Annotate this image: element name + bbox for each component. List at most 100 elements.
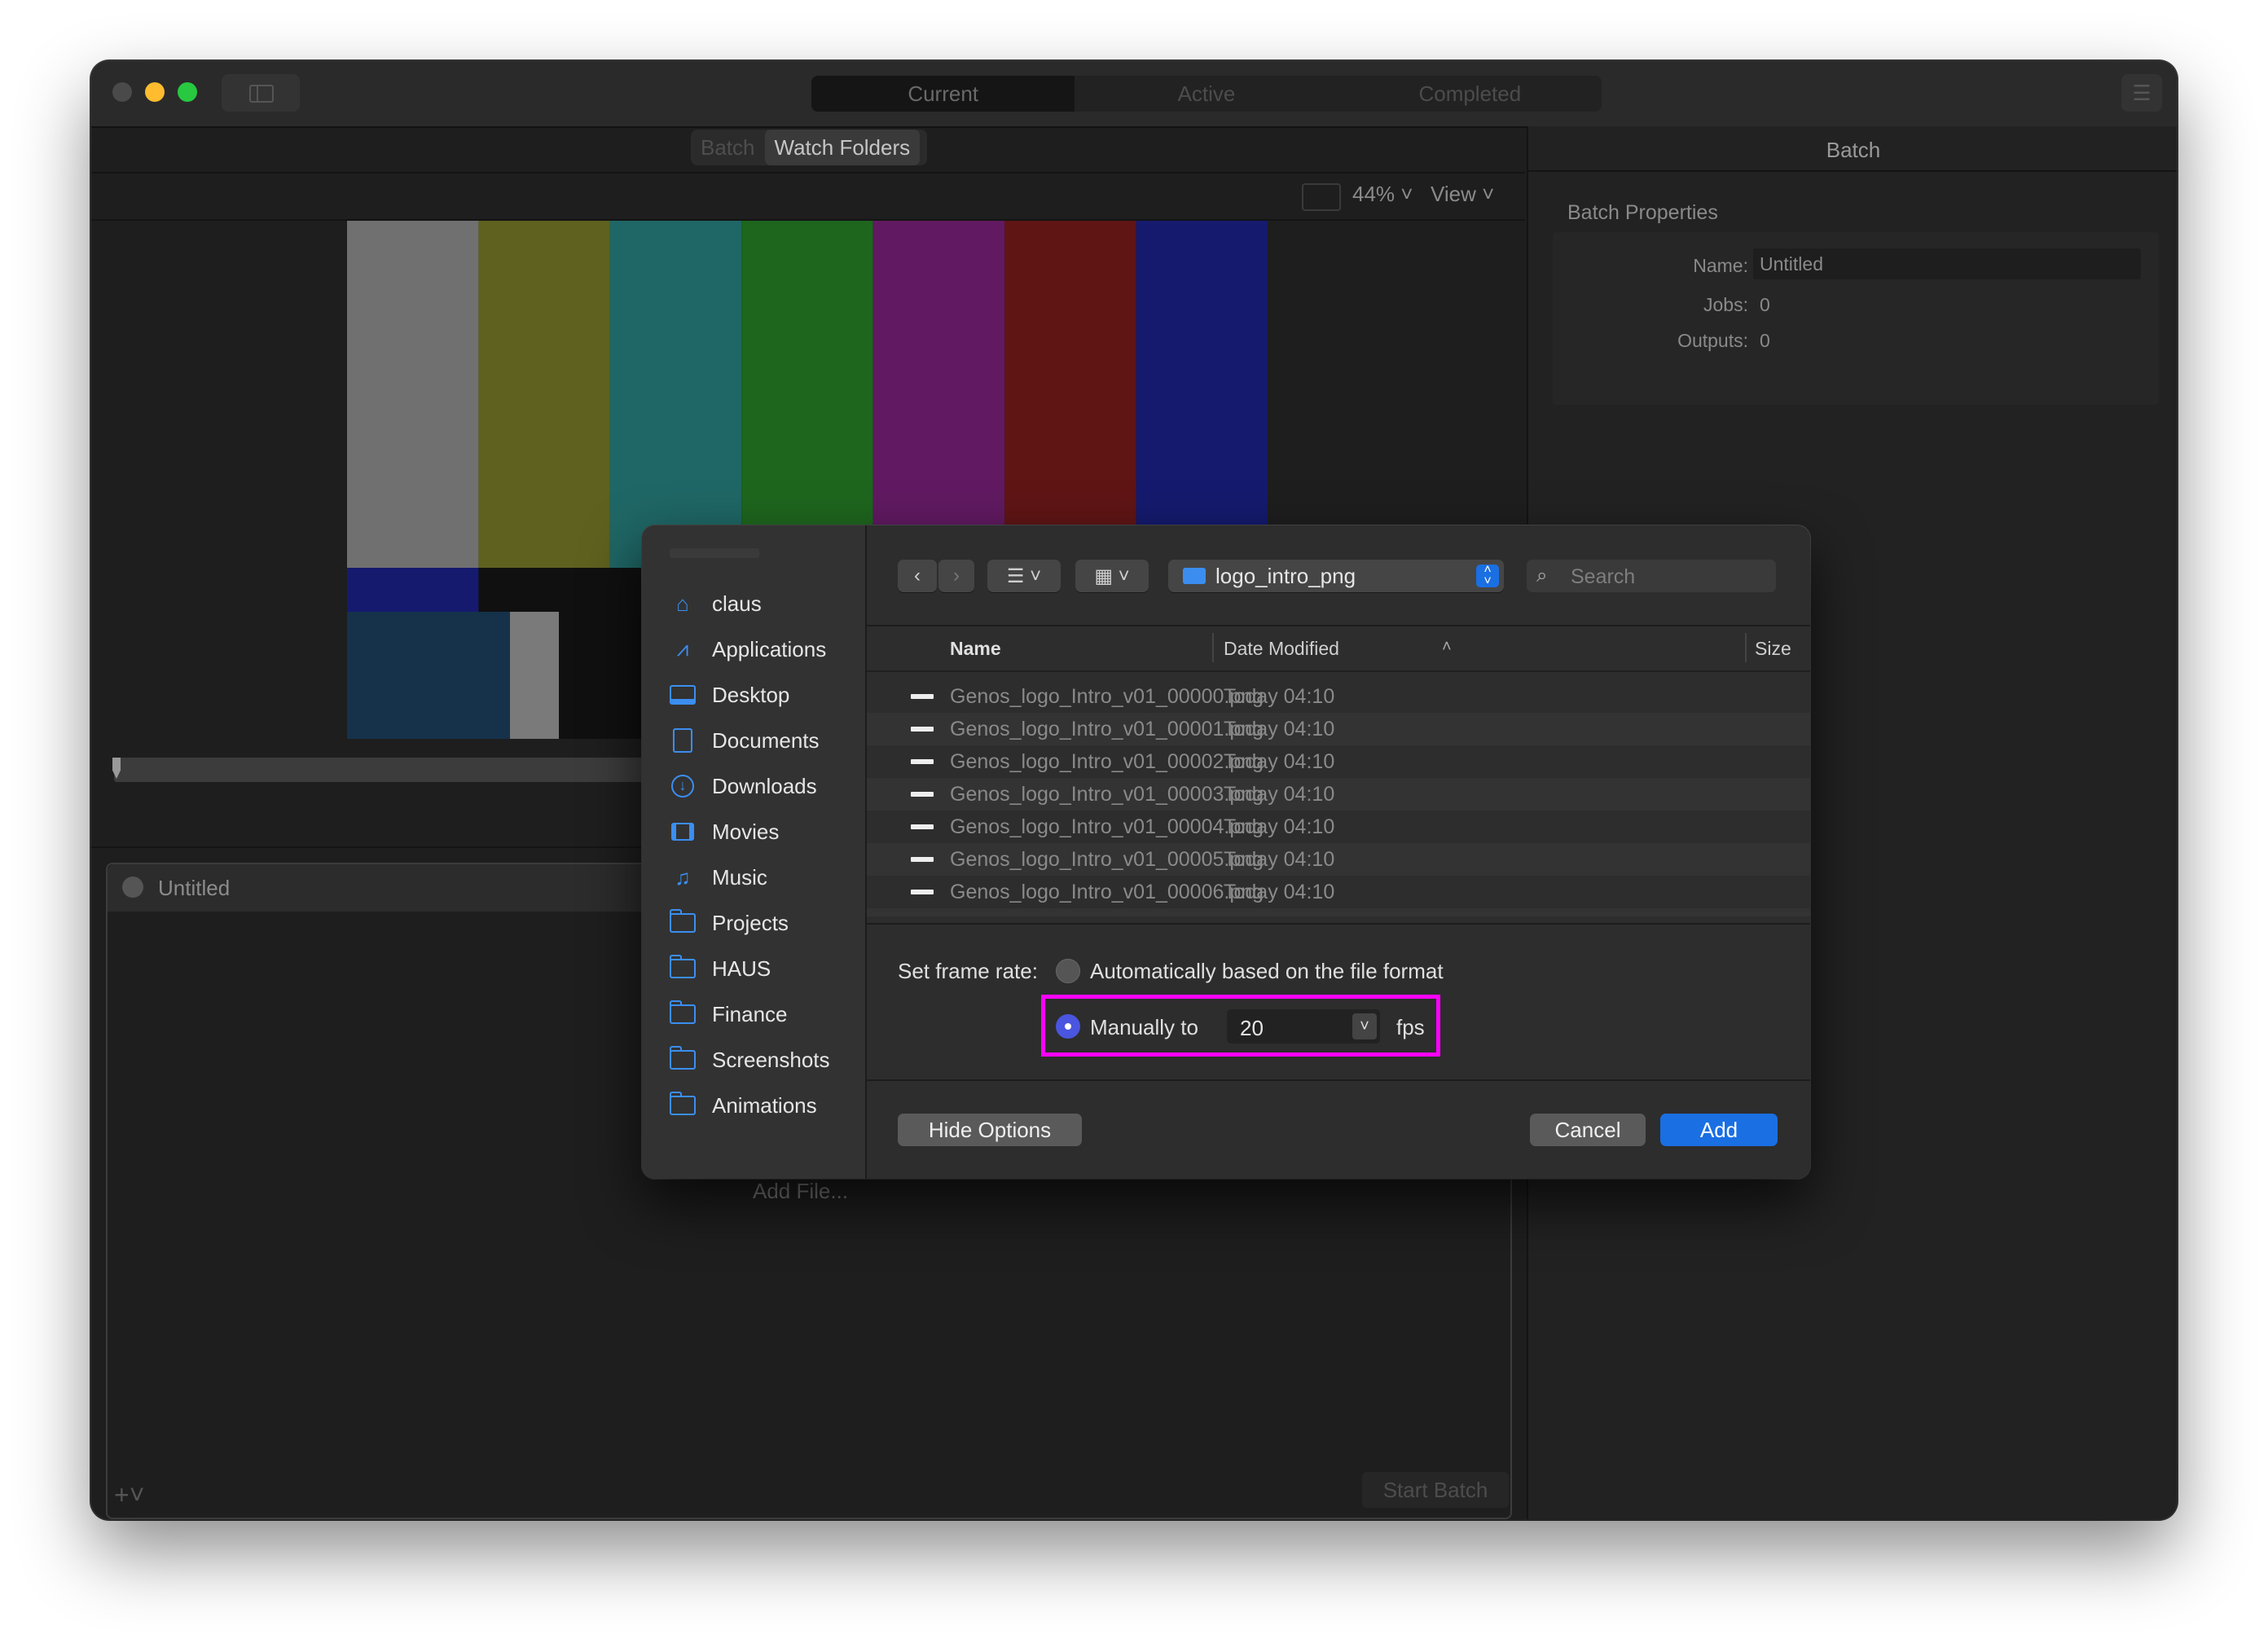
document-icon [666, 727, 699, 754]
batch-properties-box: Name: Untitled Jobs: 0 Outputs: 0 [1553, 232, 2159, 405]
tab-current[interactable]: Current [811, 76, 1075, 112]
back-button[interactable]: ‹ [898, 560, 937, 592]
auto-frame-rate-label[interactable]: Automatically based on the file format [1090, 959, 1444, 984]
fps-unit-label: fps [1396, 1015, 1425, 1039]
cancel-button[interactable]: Cancel [1530, 1114, 1646, 1146]
tab-completed[interactable]: Completed [1338, 76, 1602, 112]
color-bar [872, 221, 1005, 568]
hide-options-button[interactable]: Hide Options [898, 1114, 1082, 1146]
divider [867, 1079, 1810, 1081]
queue-segmented-control: Current Active Completed [811, 76, 1602, 112]
sidebar-item-movies[interactable]: Movies [666, 809, 779, 855]
sidebar-item-applications[interactable]: ⩘ Applications [666, 626, 827, 672]
sidebar-item-screenshots[interactable]: Screenshots [666, 1037, 830, 1083]
file-date: Today 04:10 [1224, 848, 1335, 871]
file-name: Genos_logo_Intro_v01_00001.png [950, 718, 1264, 740]
folder-icon [666, 955, 699, 982]
file-row[interactable]: Genos_logo_Intro_v01_00000.png Today 04:1… [867, 680, 1810, 713]
file-name: Genos_logo_Intro_v01_00005.png [950, 848, 1264, 871]
file-row[interactable]: Genos_logo_Intro_v01_00003.png Today 04:1… [867, 778, 1810, 811]
divider [1528, 170, 2177, 172]
download-icon: ↓ [666, 773, 699, 799]
sidebar-item-claus[interactable]: ⌂ claus [666, 581, 762, 626]
color-bar-bottom [347, 612, 510, 739]
sidebar-item-downloads[interactable]: ↓ Downloads [666, 763, 817, 809]
sidebar-item-finance[interactable]: Finance [666, 991, 788, 1037]
column-size[interactable]: Size [1755, 638, 1791, 660]
search-field[interactable]: ⌕ Search [1527, 560, 1776, 592]
file-row[interactable]: Genos_logo_Intro_v01_00005.png Today 04:1… [867, 843, 1810, 876]
file-row[interactable]: Genos_logo_Intro_v01_00006.png Today 04:1… [867, 876, 1810, 908]
file-row-partial [867, 908, 1810, 916]
title-bar: Current Active Completed ☰ [91, 61, 2177, 128]
file-name: Genos_logo_Intro_v01_00003.png [950, 783, 1264, 806]
jobs-label: Jobs: [1703, 294, 1748, 315]
file-icon [911, 824, 934, 829]
sidebar-item-desktop[interactable]: Desktop [666, 672, 789, 718]
color-bar-lower [347, 568, 479, 612]
divider [91, 172, 1525, 174]
file-row[interactable]: Genos_logo_Intro_v01_00004.png Today 04:1… [867, 811, 1810, 843]
divider [867, 923, 1810, 925]
sidebar-item-music[interactable]: ♫ Music [666, 855, 767, 900]
grid-view-button[interactable]: ▦ ˅ [1075, 560, 1149, 592]
sidebar-toggle-button[interactable] [222, 74, 300, 112]
manual-frame-rate-radio[interactable] [1056, 1014, 1080, 1039]
name-field[interactable]: Untitled [1753, 248, 2141, 279]
file-row[interactable]: Genos_logo_Intro_v01_00002.png Today 04:1… [867, 745, 1810, 778]
color-bar-lower [478, 568, 610, 612]
tab-active[interactable]: Active [1075, 76, 1338, 112]
color-bar [1004, 221, 1136, 568]
file-date: Today 04:10 [1224, 685, 1335, 708]
list-view-button[interactable]: ☰ ˅ [987, 560, 1061, 592]
forward-button[interactable]: › [938, 560, 974, 592]
inspector-toggle-icon[interactable]: ☰ [2121, 74, 2162, 112]
view-menu[interactable]: View ˅ [1431, 182, 1494, 207]
outputs-label: Outputs: [1677, 330, 1748, 351]
viewer-mode-icon[interactable] [1302, 183, 1341, 211]
color-bar [741, 221, 873, 568]
add-menu-icon[interactable]: +˅ [114, 1480, 144, 1510]
list-icon: ☰ ˅ [1006, 565, 1042, 587]
fps-combo-box[interactable]: 20 ˅ [1227, 1009, 1380, 1044]
fps-value[interactable]: 20 [1240, 1016, 1264, 1041]
add-button[interactable]: Add [1660, 1114, 1778, 1146]
home-icon: ⌂ [676, 591, 689, 616]
chevron-down-icon[interactable]: ˅ [1352, 1013, 1377, 1039]
manual-frame-rate-label[interactable]: Manually to [1090, 1015, 1198, 1040]
file-name: Genos_logo_Intro_v01_00002.png [950, 750, 1264, 773]
folder-icon [666, 1000, 699, 1027]
sidebar-item-animations[interactable]: Animations [666, 1083, 817, 1128]
column-date-modified[interactable]: Date Modified [1224, 638, 1339, 660]
file-date: Today 04:10 [1224, 783, 1335, 806]
main-window: Current Active Completed ☰ Batch Watch F… [91, 61, 2177, 1519]
favorites-header [670, 548, 759, 558]
sidebar-item-haus[interactable]: HAUS [666, 946, 771, 991]
minimize-button[interactable] [145, 82, 165, 102]
file-icon [911, 727, 934, 732]
location-popup[interactable]: logo_intro_png ˄ ˅ [1168, 560, 1504, 592]
file-icon [911, 792, 934, 797]
file-name: Genos_logo_Intro_v01_00000.png [950, 685, 1264, 708]
zoom-button[interactable] [178, 82, 197, 102]
column-name[interactable]: Name [950, 638, 1001, 660]
sidebar-item-documents[interactable]: Documents [666, 718, 820, 763]
close-button[interactable] [112, 82, 132, 102]
film-icon [666, 819, 699, 845]
search-placeholder: Search [1571, 565, 1636, 588]
tab-watch-folders[interactable]: Watch Folders [764, 130, 921, 165]
file-row[interactable]: Genos_logo_Intro_v01_00001.png Today 04:1… [867, 713, 1810, 745]
dialog-sidebar: ⌂ claus ⩘ Applications Desktop Documents ↓… [642, 525, 867, 1179]
auto-frame-rate-radio[interactable] [1056, 959, 1080, 983]
sidebar-item-projects[interactable]: Projects [666, 900, 789, 946]
section-title: Batch Properties [1567, 201, 1718, 224]
column-header-row: Name ˄ Date Modified Size [867, 626, 1810, 672]
start-batch-button[interactable]: Start Batch [1362, 1472, 1509, 1508]
outputs-value: 0 [1760, 330, 1770, 351]
add-file-label[interactable]: Add File... [753, 1179, 848, 1204]
file-name: Genos_logo_Intro_v01_00004.png [950, 815, 1264, 838]
sidebar-tabs: Batch Watch Folders [691, 130, 927, 165]
zoom-menu[interactable]: 44% ˅ [1352, 182, 1413, 207]
location-label: logo_intro_png [1215, 563, 1356, 588]
tab-batch[interactable]: Batch [691, 130, 765, 165]
